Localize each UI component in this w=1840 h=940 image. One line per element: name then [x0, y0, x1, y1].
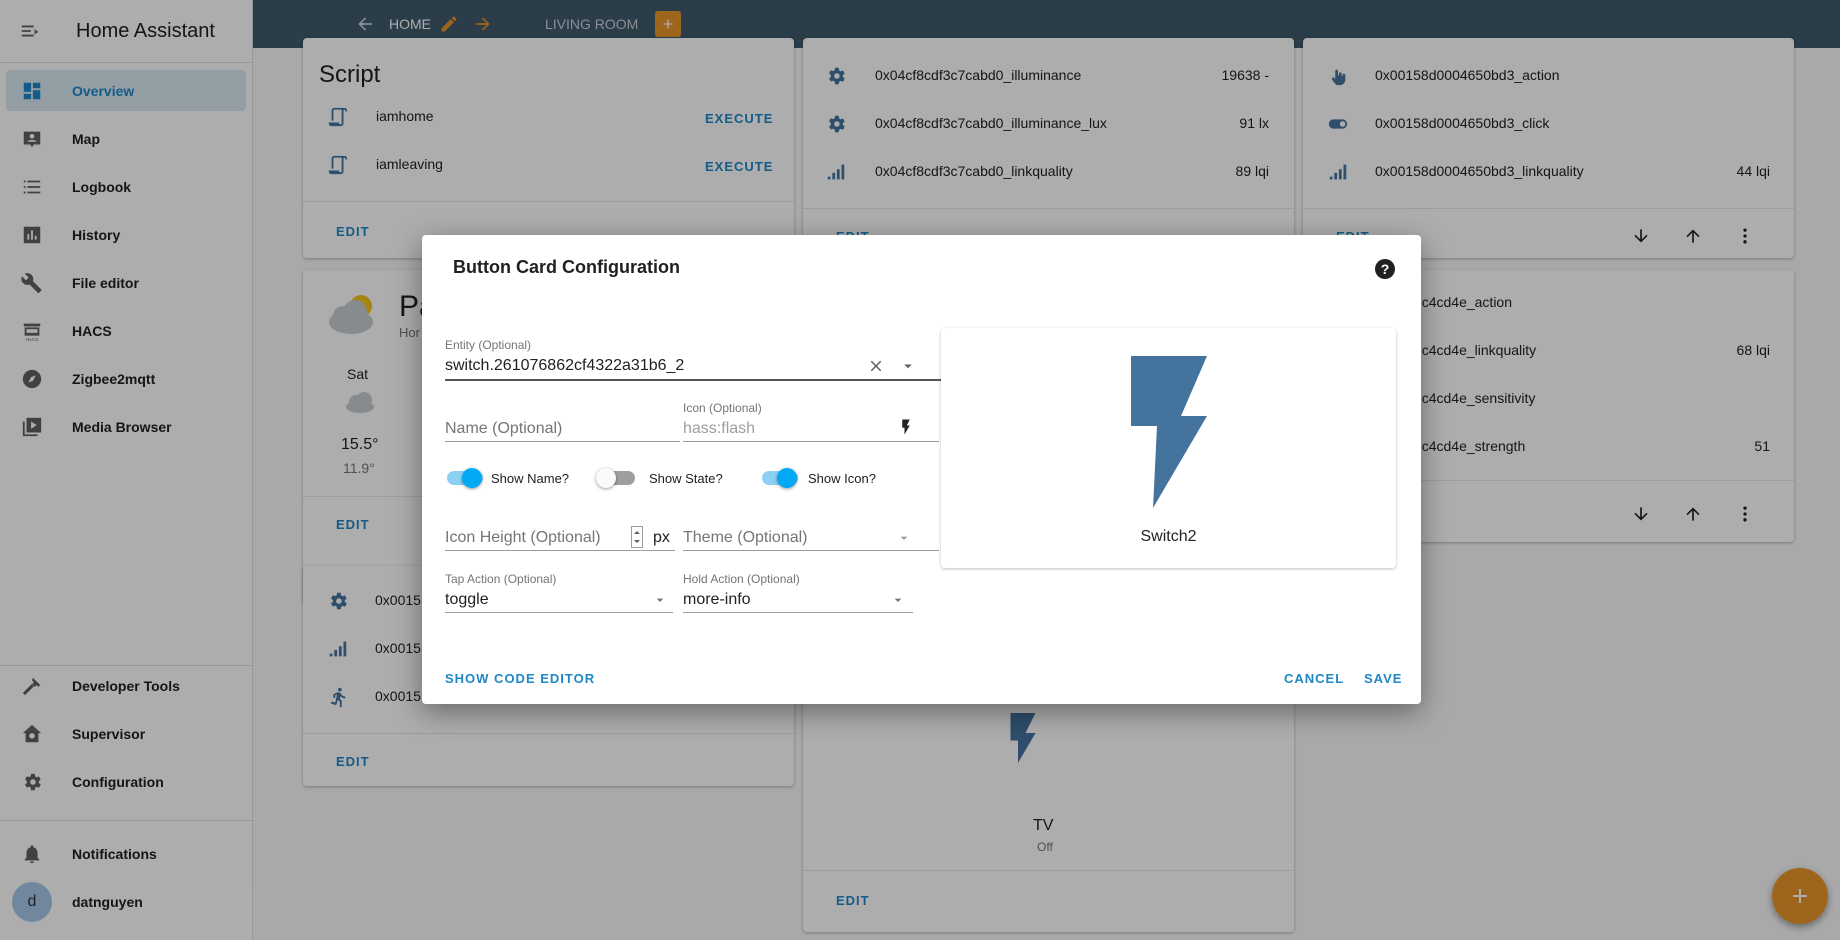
tap-action-select[interactable]: toggle — [445, 591, 489, 609]
chevron-down-icon[interactable] — [896, 530, 912, 551]
button-card-config-dialog: Button Card Configuration ? Entity (Opti… — [422, 235, 1421, 704]
help-icon[interactable]: ? — [1373, 257, 1397, 286]
preview-name: Switch2 — [1140, 528, 1197, 545]
hold-action-select[interactable]: more-info — [683, 591, 751, 609]
flash-icon — [897, 416, 915, 443]
show-icon-toggle[interactable] — [777, 468, 797, 488]
icon-underline — [683, 441, 939, 442]
entity-label: Entity (Optional) — [445, 338, 532, 352]
theme-underline — [683, 550, 939, 551]
hold-action-label: Hold Action (Optional) — [683, 572, 800, 586]
chevron-down-icon[interactable] — [899, 357, 917, 380]
icon-height-field[interactable]: Icon Height (Optional) — [445, 529, 601, 547]
show-name-label: Show Name? — [491, 471, 570, 486]
chevron-down-icon[interactable] — [652, 592, 668, 613]
show-code-editor-button[interactable]: SHOW CODE EDITOR — [445, 671, 595, 686]
flash-icon — [1129, 356, 1209, 513]
svg-text:?: ? — [1381, 261, 1390, 277]
show-state-toggle[interactable] — [596, 468, 616, 488]
cancel-button[interactable]: CANCEL — [1284, 671, 1344, 686]
show-name-toggle[interactable] — [462, 468, 482, 488]
number-stepper-icon[interactable] — [631, 526, 643, 553]
px-unit: px — [653, 529, 670, 546]
icon-height-underline — [445, 550, 675, 551]
show-icon-label: Show Icon? — [808, 471, 876, 486]
theme-field[interactable]: Theme (Optional) — [683, 529, 808, 547]
entity-field[interactable]: switch.261076862cf4322a31b6_2 — [445, 357, 684, 375]
hold-action-underline — [683, 612, 913, 613]
dialog-title: Button Card Configuration — [453, 257, 680, 277]
name-field[interactable]: Name (Optional) — [445, 420, 562, 438]
button-card-preview[interactable]: Switch2 — [941, 328, 1396, 568]
show-state-label: Show State? — [649, 471, 723, 486]
chevron-down-icon[interactable] — [890, 592, 906, 613]
entity-underline — [445, 379, 943, 381]
tap-action-label: Tap Action (Optional) — [445, 572, 557, 586]
icon-label: Icon (Optional) — [683, 401, 762, 415]
tap-action-underline — [445, 612, 673, 613]
name-underline — [445, 441, 680, 442]
icon-field[interactable]: hass:flash — [683, 420, 755, 438]
save-button[interactable]: SAVE — [1364, 671, 1402, 686]
clear-icon[interactable] — [867, 357, 885, 380]
